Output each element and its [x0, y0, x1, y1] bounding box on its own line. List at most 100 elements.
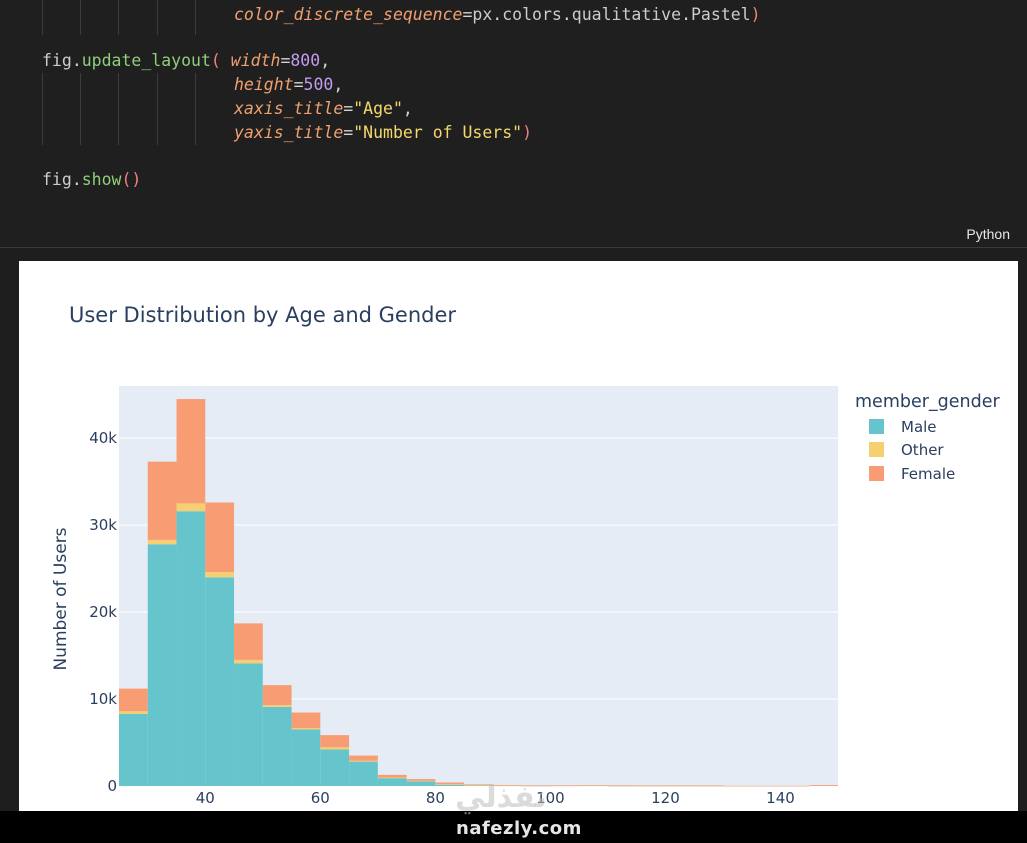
code-token: show — [81, 170, 122, 189]
bar-other[interactable] — [234, 659, 263, 664]
bar-male[interactable] — [262, 706, 292, 786]
bar-female[interactable] — [119, 688, 148, 712]
code-token: = — [280, 51, 291, 70]
bar-female[interactable] — [636, 785, 666, 787]
indent-guide — [157, 0, 158, 35]
bar-other[interactable] — [147, 539, 177, 545]
bar-other[interactable] — [377, 777, 407, 779]
code-token: "Age" — [353, 99, 403, 118]
code-token: , — [320, 51, 331, 70]
code-line-1: color_discrete_sequence=px.colors.qualit… — [234, 3, 761, 27]
bar-female[interactable] — [809, 785, 838, 786]
indent-guide — [80, 73, 81, 145]
bar-male[interactable] — [320, 749, 350, 786]
code-token: , — [402, 99, 413, 118]
bar-female[interactable] — [722, 785, 752, 787]
watermark-text: nafezly.com — [456, 818, 582, 839]
code-token: fig — [42, 51, 72, 70]
code-line-6: fig.show() — [42, 168, 141, 192]
legend-item-female[interactable]: Female — [869, 465, 955, 483]
language-label[interactable]: Python — [966, 226, 1010, 242]
code-token: "Number of Users" — [353, 123, 523, 142]
bar-male[interactable] — [119, 713, 148, 786]
bar-male[interactable] — [205, 577, 235, 786]
legend-swatch-other — [869, 442, 884, 457]
bar-male[interactable] — [147, 544, 177, 786]
bar-female[interactable] — [406, 779, 436, 781]
y-tick-label: 10k — [89, 690, 117, 708]
bar-other[interactable] — [119, 711, 148, 714]
indent-guide — [195, 0, 196, 35]
code-token: = — [462, 5, 473, 24]
bar-female[interactable] — [377, 774, 407, 778]
code-token: 500 — [303, 75, 334, 94]
bar-female[interactable] — [694, 785, 723, 787]
code-token: , — [333, 75, 344, 94]
bar-male[interactable] — [291, 729, 321, 786]
bar-female[interactable] — [205, 502, 235, 573]
bar-female[interactable] — [751, 785, 781, 787]
y-tick-label: 40k — [89, 429, 117, 447]
code-line-2: fig.update_layout( width=800, — [42, 49, 330, 73]
bar-male[interactable] — [234, 663, 263, 786]
bar-male[interactable] — [377, 778, 407, 786]
bar-male[interactable] — [176, 511, 206, 786]
code-token: . — [561, 5, 572, 24]
legend-label: Other — [901, 441, 944, 459]
bar-other[interactable] — [320, 747, 350, 750]
code-token: . — [681, 5, 691, 24]
bar-female[interactable] — [320, 735, 350, 748]
bar-female[interactable] — [176, 399, 206, 504]
legend-swatch-female — [869, 466, 884, 481]
code-cell[interactable]: color_discrete_sequence=px.colors.qualit… — [0, 0, 1027, 248]
bar-other[interactable] — [262, 705, 292, 707]
legend-title: member_gender — [855, 392, 1000, 412]
bar-female[interactable] — [780, 785, 810, 787]
code-token: 800 — [290, 51, 321, 70]
bar-female[interactable] — [349, 755, 378, 761]
code-line-4: xaxis_title="Age", — [234, 97, 413, 121]
x-tick-label: 120 — [651, 789, 680, 807]
bar-female[interactable] — [579, 785, 608, 786]
indent-guide — [118, 73, 119, 145]
watermark-logo: نفذلي — [455, 780, 547, 815]
code-token: ) — [522, 123, 533, 142]
histogram-chart[interactable]: 010k20k30k40k 40 60 80 100 120 140 Number of … — [19, 261, 1018, 811]
y-tick-label: 20k — [89, 603, 117, 621]
code-token: fig — [42, 170, 72, 189]
bar-other[interactable] — [406, 780, 436, 782]
bar-female[interactable] — [262, 685, 292, 706]
bar-male[interactable] — [406, 781, 436, 786]
bar-female[interactable] — [665, 785, 695, 786]
x-tick-label: 60 — [311, 789, 330, 807]
indent-guide — [118, 0, 119, 35]
bar-other[interactable] — [176, 503, 206, 512]
bar-other[interactable] — [291, 728, 321, 730]
code-token: . — [71, 51, 82, 70]
bar-female[interactable] — [291, 712, 321, 729]
code-token: height — [234, 75, 294, 94]
bar-female[interactable] — [234, 623, 263, 660]
bar-other[interactable] — [349, 760, 378, 762]
legend-item-other[interactable]: Other — [869, 441, 944, 459]
bar-female[interactable] — [550, 785, 580, 786]
legend-swatch-male — [869, 419, 884, 434]
code-token: ( — [210, 51, 221, 70]
bar-female[interactable] — [607, 785, 637, 786]
indent-guide — [42, 73, 43, 145]
code-token: . — [492, 5, 503, 24]
indent-guide — [195, 73, 196, 145]
bar-other[interactable] — [205, 572, 235, 578]
code-token: update_layout — [81, 51, 211, 70]
y-axis-title: Number of Users — [51, 527, 71, 670]
indent-guide — [80, 0, 81, 35]
bar-female[interactable] — [147, 461, 177, 540]
legend-item-male[interactable]: Male — [869, 418, 937, 436]
x-tick-label: 80 — [426, 789, 445, 807]
bar-male[interactable] — [349, 761, 378, 786]
indent-guide — [157, 73, 158, 145]
code-token: qualitative — [571, 5, 682, 24]
code-token: () — [121, 170, 142, 189]
code-token: yaxis_title — [234, 123, 344, 142]
x-tick-label: 140 — [766, 789, 795, 807]
